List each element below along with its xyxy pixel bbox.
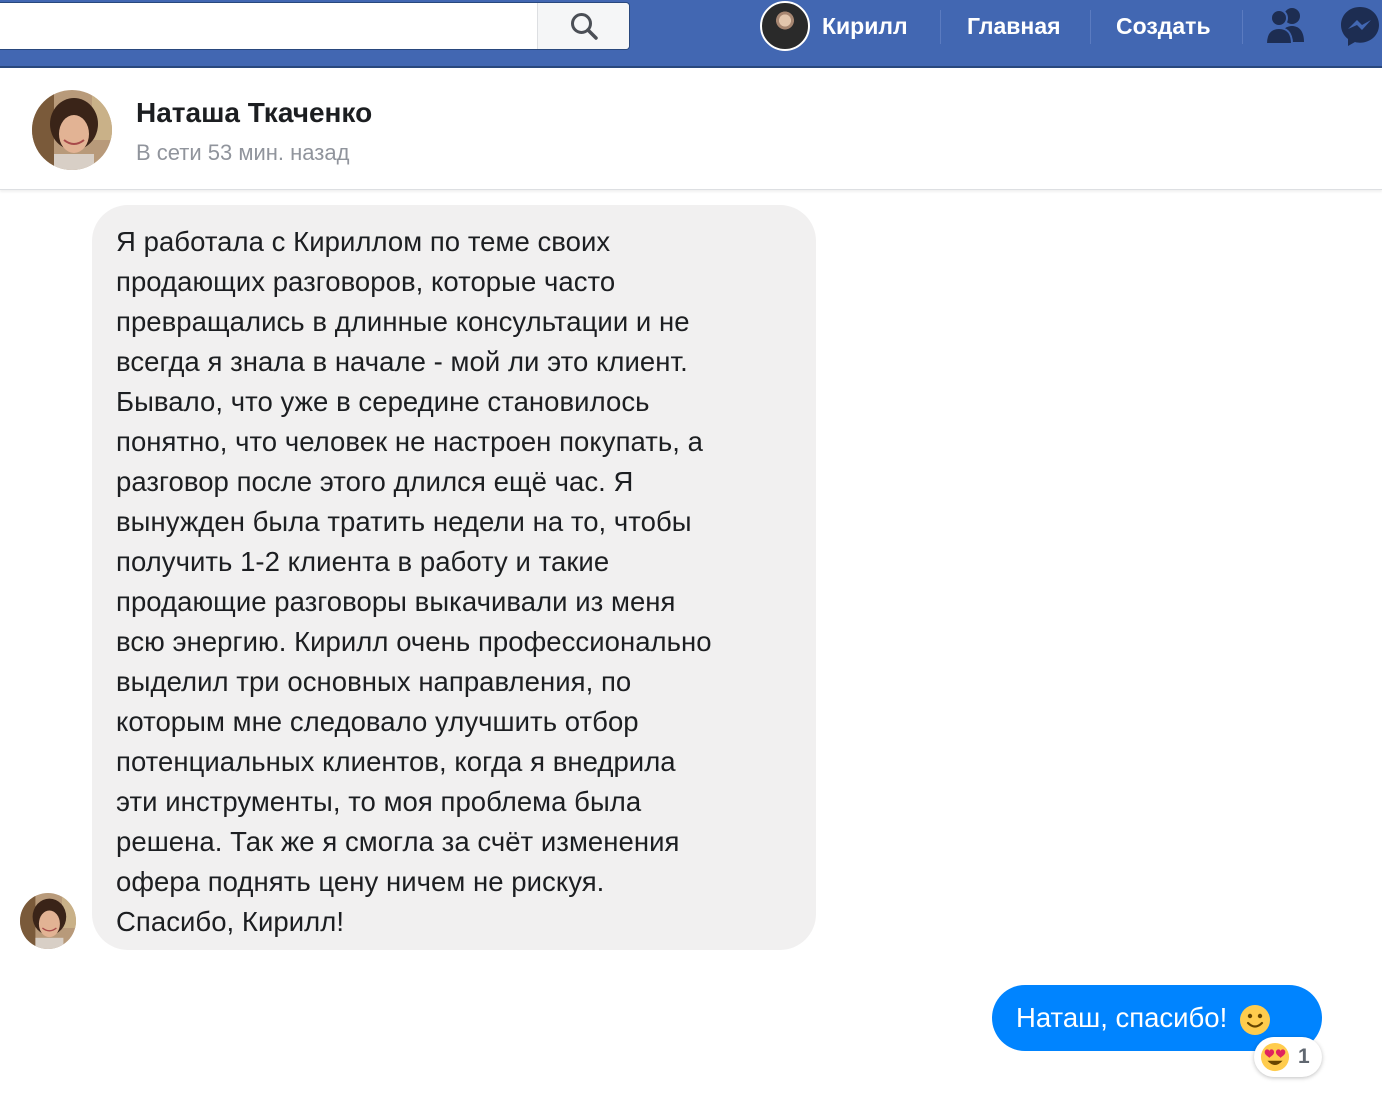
contact-avatar[interactable]	[32, 90, 112, 170]
nav-home-link[interactable]: Главная	[967, 0, 1061, 52]
message-line: офера поднять цену ничем не рискуя.	[116, 866, 605, 897]
message-reaction[interactable]: 1	[1254, 1037, 1322, 1077]
contact-name[interactable]: Наташа Ткаченко	[136, 97, 372, 129]
search-icon	[570, 13, 598, 40]
message-line: понятно, что человек не настроен покупат…	[116, 426, 704, 457]
message-line: выделил три основных направления, по	[116, 666, 632, 697]
search-button[interactable]	[537, 3, 629, 49]
top-navigation-bar: Кирилл Главная Создать	[0, 0, 1382, 68]
message-line: Бывало, что уже в середине становилось	[116, 386, 650, 417]
reaction-count: 1	[1298, 1045, 1310, 1068]
message-line: разговор после этого длился ещё час. Я	[116, 466, 634, 497]
messenger-button[interactable]	[1338, 0, 1382, 52]
search-input[interactable]	[0, 3, 538, 49]
message-line: Я работала с Кириллом по теме своих	[116, 226, 611, 257]
nav-create-link[interactable]: Создать	[1116, 0, 1211, 52]
search-box	[0, 2, 630, 50]
friend-requests-button[interactable]	[1264, 0, 1308, 52]
outgoing-message-text: Наташ, спасибо!	[1016, 1002, 1228, 1033]
nav-divider	[1242, 10, 1243, 44]
nav-divider	[1090, 10, 1091, 44]
message-line: которым мне следовало улучшить отбор	[116, 706, 639, 737]
message-line: решена. Так же я смогла за счёт изменени…	[116, 826, 680, 857]
friends-icon	[1264, 8, 1304, 45]
nav-divider	[940, 10, 941, 44]
conversation-header: Наташа Ткаченко В сети 53 мин. назад	[0, 70, 1382, 190]
message-line: превращались в длинные консультации и не	[116, 306, 690, 337]
incoming-message-bubble[interactable]: Я работала с Кириллом по теме своих прод…	[92, 205, 816, 950]
messenger-icon	[1341, 7, 1379, 46]
nav-profile-link[interactable]: Кирилл	[760, 0, 908, 52]
message-line: Спасибо, Кирилл!	[116, 906, 345, 937]
nav-profile-name: Кирилл	[822, 12, 908, 39]
message-line: вынужден была тратить недели на то, чтоб…	[116, 506, 692, 537]
message-line: потенциальных клиентов, когда я внедрила	[116, 746, 676, 777]
message-line: всю энергию. Кирилл очень профессиональн…	[116, 626, 712, 657]
message-line: получить 1-2 клиента в работу и такие	[116, 546, 610, 577]
contact-status: В сети 53 мин. назад	[136, 140, 350, 165]
heart-eyes-emoji-icon	[1260, 1042, 1290, 1072]
message-line: эти инструменты, то моя проблема была	[116, 786, 642, 817]
message-line: всегда я знала в начале - мой ли это кли…	[116, 346, 688, 377]
sender-avatar-image	[20, 893, 76, 949]
sender-avatar[interactable]	[20, 893, 76, 949]
message-line: продающие разговоры выкачивали из меня	[116, 586, 676, 617]
message-line: продающих разговоров, которые часто	[116, 266, 616, 297]
slightly-smiling-face-icon	[1240, 1005, 1271, 1035]
user-avatar	[760, 1, 810, 51]
contact-avatar-image	[32, 90, 112, 170]
